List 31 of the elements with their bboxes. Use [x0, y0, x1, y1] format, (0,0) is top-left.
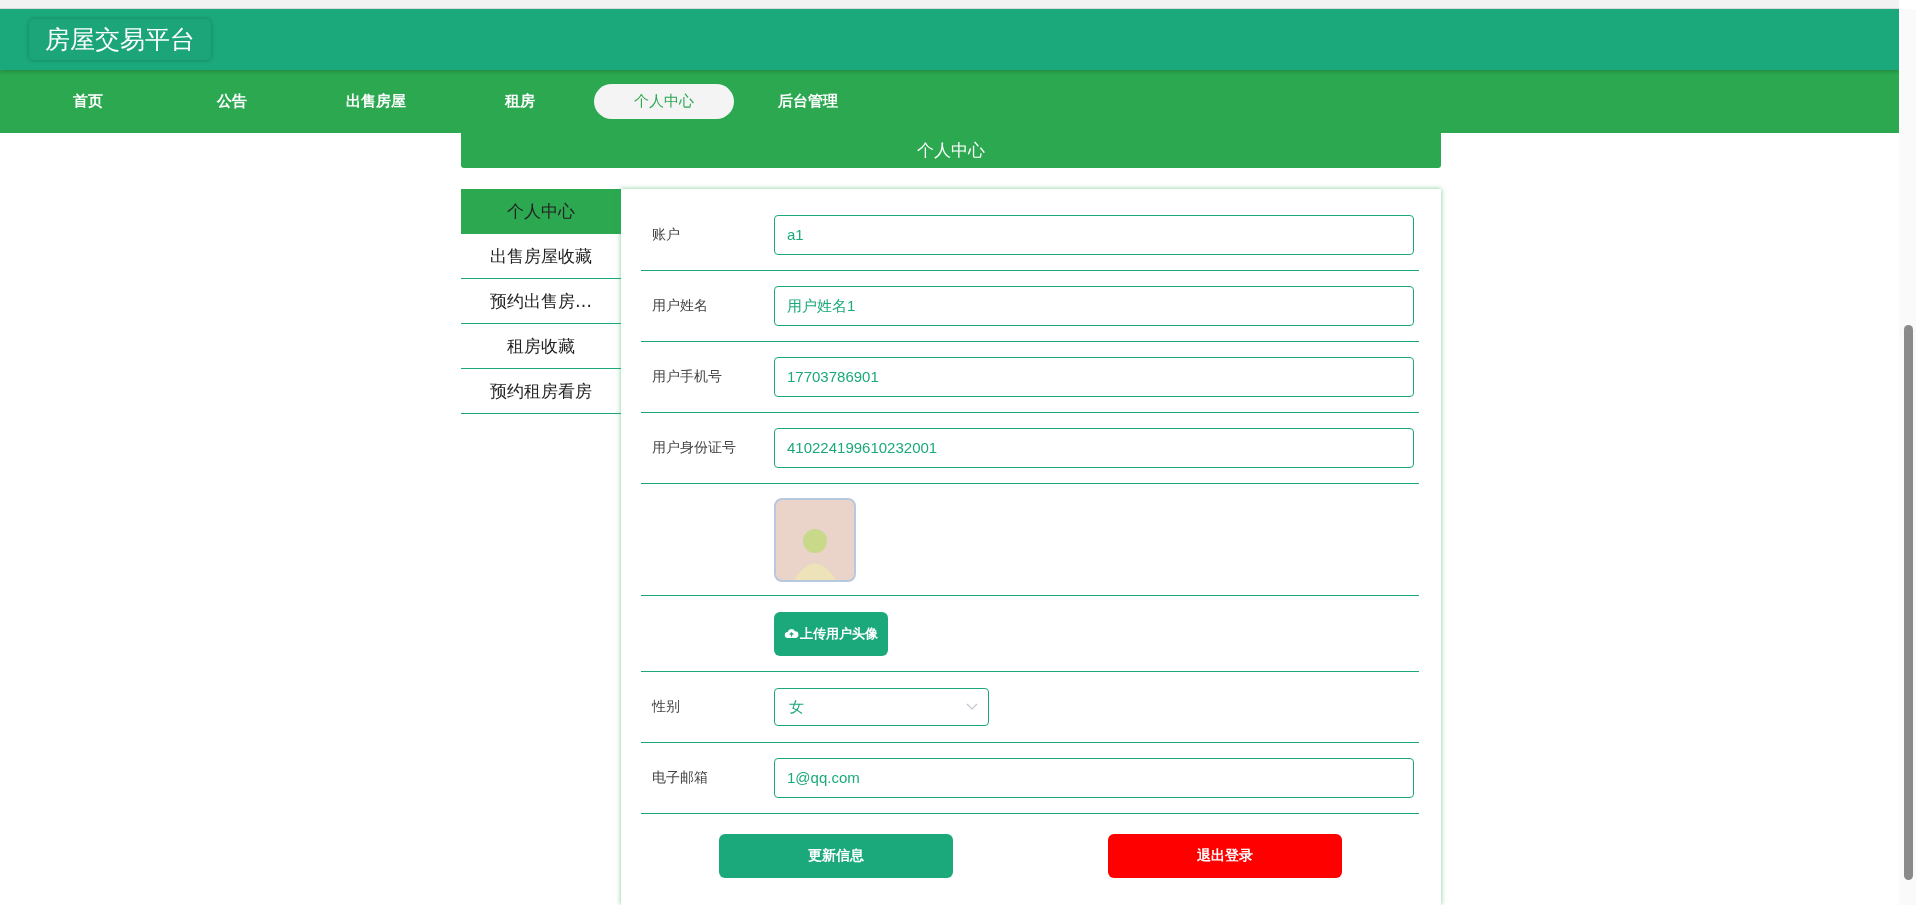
update-button[interactable]: 更新信息 [718, 834, 953, 878]
nav-tab[interactable]: 首页 [18, 84, 158, 119]
side-menu-item[interactable]: 预约出售房… [461, 279, 621, 324]
select-field[interactable]: 女 [774, 688, 989, 726]
field-label: 账户 [651, 226, 681, 244]
field-label: 用户手机号 [651, 368, 723, 386]
field-label: 性别 [650, 698, 681, 716]
chevron-down-icon [966, 703, 978, 711]
side-menu-item[interactable]: 租房收藏 [461, 324, 621, 369]
section-title: 个人中心 [461, 133, 1441, 168]
nav-tab[interactable]: 个人中心 [594, 84, 734, 119]
side-menu-item[interactable]: 个人中心 [461, 189, 621, 234]
logout-button[interactable]: 退出登录 [1107, 834, 1342, 878]
scrollbar-thumb[interactable] [1904, 325, 1913, 880]
input-field[interactable]: 1@qq.com [774, 758, 1414, 798]
field-label: 电子邮箱 [651, 769, 709, 787]
field-label: 用户姓名 [651, 297, 709, 315]
nav-tab[interactable]: 公告 [162, 84, 302, 119]
nav-tab[interactable]: 租房 [450, 84, 590, 119]
upload-avatar-button[interactable]: 上传用户头像 [774, 611, 888, 656]
side-menu-item[interactable]: 预约租房看房 [461, 369, 621, 414]
field-label: 用户身份证号 [651, 439, 737, 457]
nav-tab[interactable]: 出售房屋 [306, 84, 446, 119]
cloud-upload-icon [784, 628, 799, 639]
side-menu-item[interactable]: 出售房屋收藏 [461, 234, 621, 279]
site-title: 房屋交易平台 [29, 19, 211, 60]
input-field[interactable]: 17703786901 [774, 357, 1414, 397]
input-field[interactable]: 410224199610232001 [774, 428, 1414, 468]
input-field[interactable]: a1 [774, 215, 1414, 255]
input-field[interactable]: 用户姓名1 [774, 286, 1414, 326]
nav-tab[interactable]: 后台管理 [738, 84, 878, 119]
